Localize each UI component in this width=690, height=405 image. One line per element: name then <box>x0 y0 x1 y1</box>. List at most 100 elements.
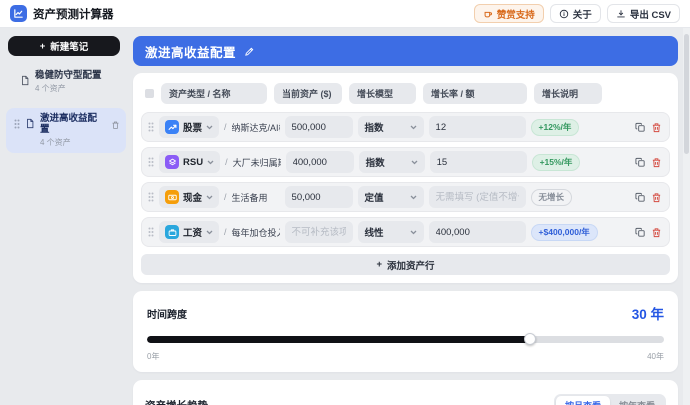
growth-badge: +15%/年 <box>532 154 581 171</box>
growth-rate-input[interactable] <box>430 151 527 173</box>
column-header-note: 增长说明 <box>534 83 602 104</box>
asset-name-input[interactable] <box>232 227 280 237</box>
delete-note-icon[interactable] <box>111 117 120 135</box>
current-amount-input[interactable] <box>286 151 354 173</box>
drag-handle-icon[interactable] <box>148 227 154 237</box>
chart-card: 资产增长趋势 按月查看 按年查看 <box>133 380 678 405</box>
drag-handle-icon[interactable] <box>148 192 154 202</box>
growth-rate-input[interactable] <box>429 186 526 208</box>
rsu-icon <box>165 155 179 169</box>
note-subtitle: 4 个资产 <box>40 137 106 148</box>
duplicate-row-icon[interactable] <box>635 122 646 133</box>
chart-title: 资产增长趋势 <box>145 398 208 405</box>
cash-icon <box>165 190 179 204</box>
scrollbar-thumb[interactable] <box>684 34 689 154</box>
chevron-down-icon <box>206 230 213 235</box>
plus-icon: + <box>376 259 382 270</box>
column-header-model: 增长模型 <box>349 83 416 104</box>
drag-handle-icon[interactable] <box>148 157 154 167</box>
header-drag-placeholder <box>145 89 154 98</box>
asset-type-label: RSU <box>183 157 203 168</box>
delete-row-icon[interactable] <box>651 227 662 238</box>
current-amount-input[interactable] <box>285 116 353 138</box>
note-subtitle: 4 个资产 <box>35 83 102 94</box>
type-name-separator: / <box>224 122 227 132</box>
file-icon <box>20 73 30 91</box>
duplicate-row-icon[interactable] <box>635 192 646 203</box>
growth-rate-input[interactable] <box>429 221 526 243</box>
current-amount-input[interactable] <box>285 186 353 208</box>
drag-handle-icon[interactable] <box>14 116 20 134</box>
slider-fill <box>147 336 530 343</box>
brand: 资产预测计算器 <box>10 5 114 22</box>
timespan-value: 30 年 <box>632 303 664 323</box>
sidebar: + 新建笔记 稳健防守型配置 4 个资产 激进高收益配置 4 个资产 <box>6 36 126 153</box>
type-name-separator: / <box>225 157 228 167</box>
delete-row-icon[interactable] <box>651 157 662 168</box>
info-icon <box>559 9 569 19</box>
slider-track[interactable] <box>147 336 664 343</box>
duplicate-row-icon[interactable] <box>635 157 646 168</box>
column-header-rate: 增长率 / 额 <box>423 83 527 104</box>
current-amount-input[interactable] <box>285 221 353 243</box>
asset-type-select[interactable]: 现金 <box>159 186 219 208</box>
coffee-icon <box>483 9 493 19</box>
view-yearly-tab[interactable]: 按年查看 <box>610 396 664 405</box>
config-header: 激进高收益配置 <box>133 36 678 66</box>
duplicate-row-icon[interactable] <box>635 227 646 238</box>
growth-model-select[interactable]: 线性 <box>358 221 424 243</box>
sidebar-item-note-1[interactable]: 稳健防守型配置 4 个资产 <box>6 65 126 99</box>
asset-row-salary: 工资 / 线性 +$400,000/年 <box>141 217 670 247</box>
app-logo-chart-icon <box>10 5 27 22</box>
scrollbar[interactable] <box>683 28 690 405</box>
type-name-separator: / <box>224 227 227 237</box>
note-title: 稳健防守型配置 <box>35 70 102 81</box>
chevron-down-icon <box>207 160 214 165</box>
edit-pencil-icon[interactable] <box>244 46 255 57</box>
chevron-down-icon <box>206 195 213 200</box>
note-title: 激进高收益配置 <box>40 113 106 135</box>
asset-name-input[interactable] <box>233 157 281 167</box>
table-header-row: 资产类型 / 名称 当前资产 ($) 增长模型 增长率 / 额 增长说明 <box>141 81 670 112</box>
growth-model-select[interactable]: 指数 <box>359 151 425 173</box>
chevron-down-icon <box>410 195 417 200</box>
column-header-amount: 当前资产 ($) <box>274 83 342 104</box>
growth-model-select[interactable]: 定值 <box>358 186 424 208</box>
asset-name-input[interactable] <box>232 192 280 202</box>
salary-icon <box>165 225 179 239</box>
export-csv-button[interactable]: 导出 CSV <box>607 4 680 23</box>
sidebar-item-note-2[interactable]: 激进高收益配置 4 个资产 <box>6 108 126 153</box>
asset-type-label: 工资 <box>183 225 202 239</box>
timespan-slider[interactable] <box>147 333 664 345</box>
growth-rate-input[interactable] <box>429 116 526 138</box>
download-icon <box>616 9 626 19</box>
slider-handle[interactable] <box>524 333 536 345</box>
asset-name-input[interactable] <box>232 122 280 132</box>
plus-icon: + <box>40 41 46 52</box>
asset-type-select[interactable]: RSU <box>159 151 220 173</box>
about-button[interactable]: 关于 <box>550 4 601 23</box>
topbar: 资产预测计算器 赞赏支持 关于 导出 CSV <box>0 0 690 28</box>
type-name-separator: / <box>224 192 227 202</box>
column-header-type-name: 资产类型 / 名称 <box>161 83 267 104</box>
asset-row-rsu: RSU / 指数 +15%/年 <box>141 147 670 177</box>
growth-model-select[interactable]: 指数 <box>358 116 424 138</box>
delete-row-icon[interactable] <box>651 122 662 133</box>
new-note-button[interactable]: + 新建笔记 <box>8 36 120 56</box>
asset-row-stock: 股票 / 指数 +12%/年 <box>141 112 670 142</box>
growth-badge: +12%/年 <box>531 119 580 136</box>
asset-type-label: 股票 <box>183 120 202 134</box>
slider-min-label: 0年 <box>147 351 159 362</box>
file-icon <box>25 116 35 134</box>
asset-row-cash: 现金 / 定值 无增长 <box>141 182 670 212</box>
add-asset-row-button[interactable]: + 添加资产行 <box>141 254 670 275</box>
growth-badge: 无增长 <box>531 189 573 206</box>
view-monthly-tab[interactable]: 按月查看 <box>556 396 610 405</box>
config-title: 激进高收益配置 <box>145 42 236 61</box>
delete-row-icon[interactable] <box>651 192 662 203</box>
asset-type-label: 现金 <box>183 190 202 204</box>
asset-type-select[interactable]: 股票 <box>159 116 219 138</box>
drag-handle-icon[interactable] <box>148 122 154 132</box>
sponsor-button[interactable]: 赞赏支持 <box>474 4 544 23</box>
asset-type-select[interactable]: 工资 <box>159 221 219 243</box>
